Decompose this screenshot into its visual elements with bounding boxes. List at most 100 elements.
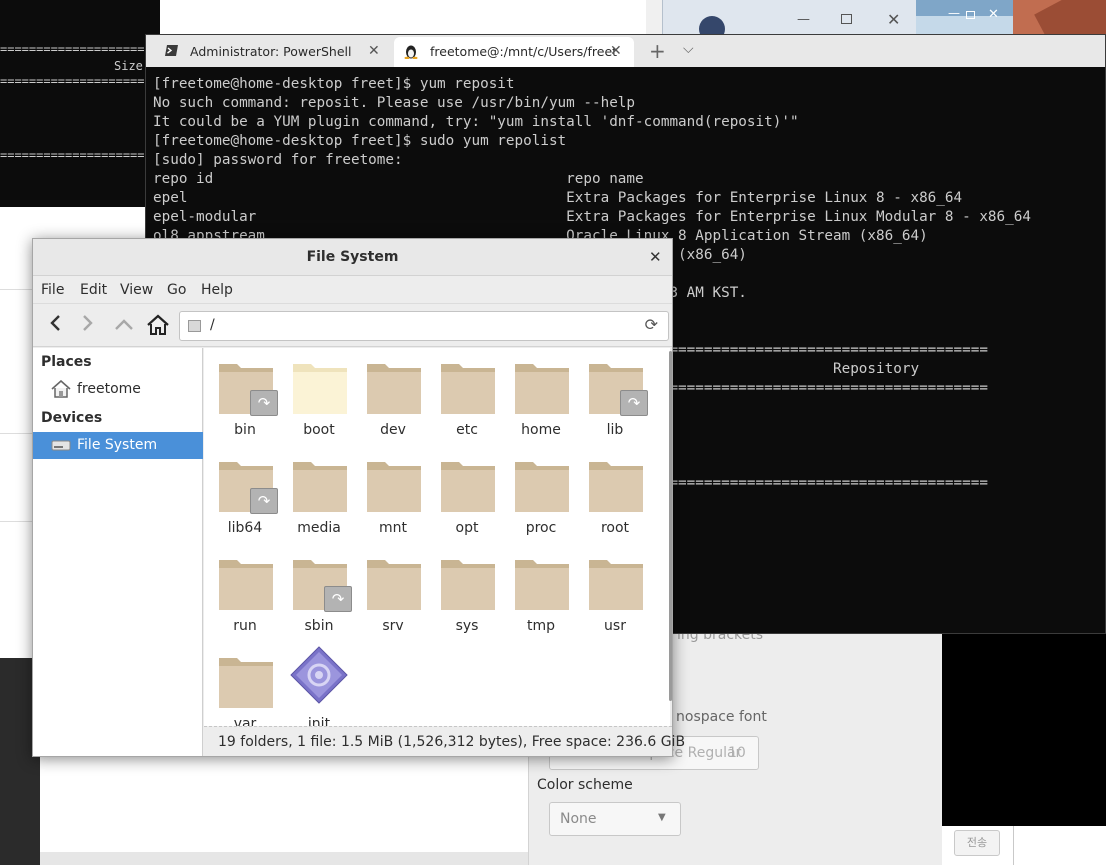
send-button[interactable]: 전송 <box>954 830 1000 856</box>
folder-item[interactable]: tmp <box>504 552 578 642</box>
symlink-icon: ↷ <box>250 390 278 416</box>
sidebar: Places freetome Devices File System <box>33 348 203 756</box>
menu-file[interactable]: File <box>41 282 64 298</box>
title-bar[interactable]: File System ✕ <box>33 239 672 276</box>
location-bar[interactable]: / ⟳ <box>179 311 669 341</box>
folder-item[interactable]: var <box>208 650 282 726</box>
home-icon[interactable] <box>146 314 170 338</box>
menu-bar: File Edit View Go Help <box>33 277 672 304</box>
close-icon[interactable]: ✕ <box>887 10 900 29</box>
file-manager-window[interactable]: File System ✕ File Edit View Go Help / ⟳… <box>32 238 685 757</box>
sidebar-item-freetome[interactable]: freetome <box>33 376 203 403</box>
maximize-icon[interactable] <box>966 11 975 19</box>
drive-icon <box>188 320 201 332</box>
folder-item[interactable]: etc <box>430 356 504 446</box>
item-label: home <box>521 422 561 438</box>
folder-icon <box>589 458 643 512</box>
folder-item[interactable]: media <box>282 454 356 544</box>
menu-view[interactable]: View <box>120 282 153 298</box>
menu-go[interactable]: Go <box>167 282 186 298</box>
sidebar-item-file-system[interactable]: File System <box>33 432 203 459</box>
background-panel <box>646 0 662 34</box>
linux-penguin-icon <box>404 44 418 63</box>
folder-item[interactable]: ↷ sbin <box>282 552 356 642</box>
folder-item[interactable]: home <box>504 356 578 446</box>
background-panel <box>40 756 528 852</box>
menu-help[interactable]: Help <box>201 282 233 298</box>
symlink-icon: ↷ <box>250 488 278 514</box>
terminal-line: [freetome@home-desktop freet]$ yum repos… <box>153 76 515 92</box>
color-scheme-dropdown[interactable]: None ▼ <box>549 802 681 836</box>
folder-item[interactable]: proc <box>504 454 578 544</box>
folder-icon <box>367 458 421 512</box>
background-panel <box>160 0 646 34</box>
folder-icon <box>441 556 495 610</box>
home-icon <box>51 379 71 398</box>
background-window[interactable]: — ✕ <box>916 0 1013 34</box>
close-icon[interactable]: ✕ <box>649 248 662 266</box>
executable-file-icon <box>290 646 348 704</box>
folder-item[interactable]: srv <box>356 552 430 642</box>
folder-icon <box>219 556 273 610</box>
folder-item[interactable]: opt <box>430 454 504 544</box>
folder-item[interactable]: ↷ lib64 <box>208 454 282 544</box>
folder-item[interactable]: boot <box>282 356 356 446</box>
status-text: 19 folders, 1 file: 1.5 MiB (1,526,312 b… <box>218 734 686 750</box>
terminal-size-header: Size <box>114 59 143 73</box>
scrollbar[interactable] <box>669 351 672 701</box>
close-icon[interactable]: ✕ <box>610 43 622 59</box>
item-label: init <box>307 716 331 726</box>
item-label: boot <box>303 422 335 438</box>
item-label: root <box>600 520 630 536</box>
symlink-icon: ↷ <box>620 390 648 416</box>
item-label: srv <box>382 618 404 634</box>
close-icon[interactable]: ✕ <box>368 43 380 59</box>
refresh-icon[interactable]: ⟳ <box>645 315 658 334</box>
back-icon[interactable] <box>43 314 67 338</box>
chevron-down-icon[interactable]: ⌵ <box>683 41 694 57</box>
minimize-icon[interactable]: — <box>797 12 810 27</box>
folder-icon <box>367 556 421 610</box>
up-icon[interactable] <box>112 314 136 338</box>
item-label: var <box>233 716 257 726</box>
new-tab-icon[interactable]: + <box>649 39 666 63</box>
folder-item[interactable]: root <box>578 454 652 544</box>
folder-icon <box>589 556 643 610</box>
folder-item[interactable]: ↷ lib <box>578 356 652 446</box>
maximize-icon[interactable] <box>841 14 852 24</box>
divider <box>1013 826 1014 865</box>
minimize-icon[interactable]: — <box>948 6 960 20</box>
sidebar-item-label: freetome <box>77 381 141 397</box>
item-label: tmp <box>526 618 555 634</box>
folder-item[interactable]: usr <box>578 552 652 642</box>
folder-item[interactable]: dev <box>356 356 430 446</box>
item-label: sys <box>455 618 479 634</box>
terminal-rule: ==================== <box>0 74 145 88</box>
close-icon[interactable]: ✕ <box>988 7 999 22</box>
folder-item[interactable]: mnt <box>356 454 430 544</box>
folder-item[interactable]: ↷ bin <box>208 356 282 446</box>
item-label: usr <box>604 618 626 634</box>
tab-label: Administrator: PowerShell <box>190 44 352 59</box>
background-window[interactable]: — ✕ <box>662 0 916 42</box>
item-label: opt <box>455 520 479 536</box>
terminal-line: [freetome@home-desktop freet]$ sudo yum … <box>153 133 567 149</box>
folder-item[interactable]: run <box>208 552 282 642</box>
tab-powershell[interactable]: Administrator: PowerShell ✕ <box>146 37 394 67</box>
file-grid[interactable]: ↷ bin boot dev etc home ↷ lib ↷ lib64 media mnt opt p… <box>204 348 670 726</box>
item-label: etc <box>456 422 478 438</box>
folder-icon <box>515 458 569 512</box>
item-label: run <box>233 618 257 634</box>
folder-icon <box>515 556 569 610</box>
terminal-line: It could be a YUM plugin command, try: "… <box>153 114 799 130</box>
sidebar-item-label: File System <box>77 437 158 453</box>
background-strip <box>40 852 528 865</box>
folder-item[interactable]: sys <box>430 552 504 642</box>
terminal-line: epel Extra Packages for Enterprise Linux… <box>153 190 963 206</box>
terminal-line: [sudo] password for freetome: <box>153 152 403 168</box>
forward-icon[interactable] <box>76 314 100 338</box>
tab-linux[interactable]: freetome@:/mnt/c/Users/freet ✕ <box>394 37 634 67</box>
item-label: proc <box>525 520 557 536</box>
file-item[interactable]: init <box>282 646 356 726</box>
menu-edit[interactable]: Edit <box>80 282 107 298</box>
